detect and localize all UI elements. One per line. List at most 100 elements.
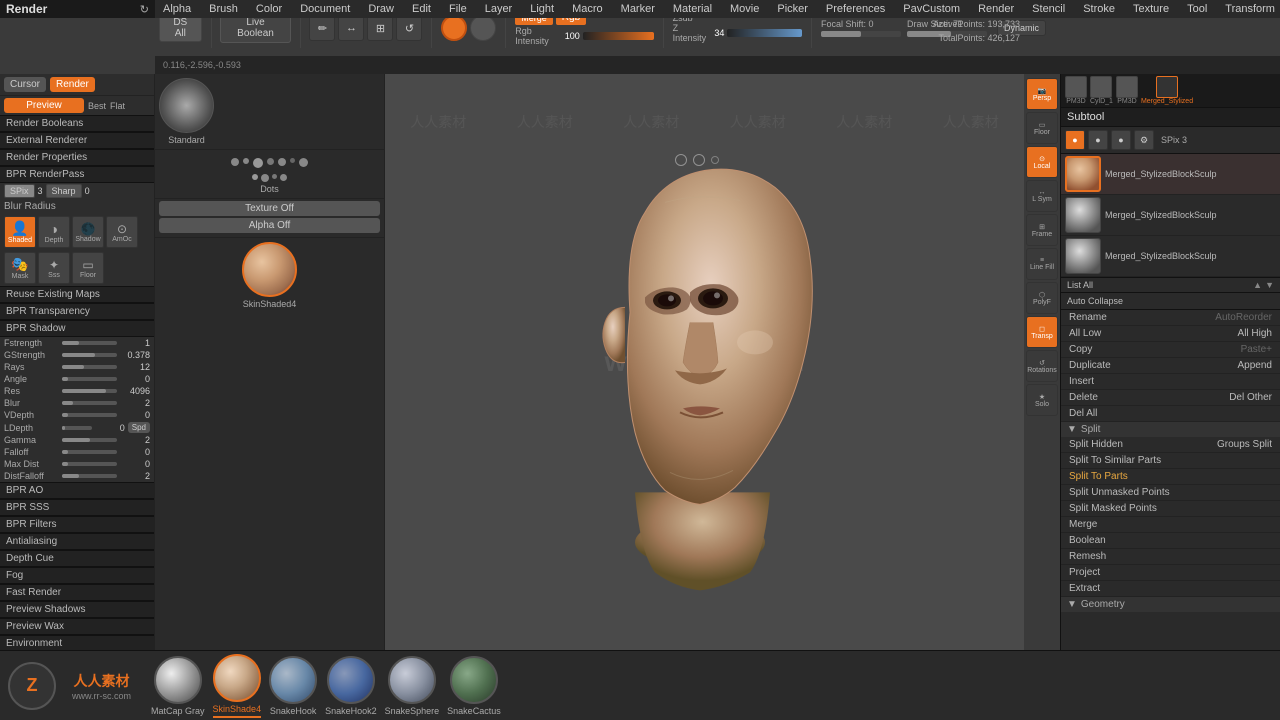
- all-low-action[interactable]: All Low All High: [1061, 326, 1280, 342]
- standard-brush-preview[interactable]: [159, 78, 214, 133]
- scale-mode-btn[interactable]: ⊞: [367, 15, 393, 41]
- auto-collapse-label[interactable]: Auto Collapse: [1067, 296, 1123, 306]
- gstrength-slider[interactable]: [62, 353, 117, 357]
- distfalloff-slider[interactable]: [62, 474, 117, 478]
- shaded-icon-btn[interactable]: 👤 Shaded: [4, 216, 36, 248]
- rotate-mode-btn[interactable]: ↺: [396, 15, 422, 41]
- split-to-parts-action[interactable]: Split To Parts: [1061, 469, 1280, 485]
- matcap-snakecactus[interactable]: SnakeCactus: [447, 656, 501, 716]
- menu-color[interactable]: Color: [252, 3, 286, 15]
- linefill-button[interactable]: ≡ Line Fill: [1026, 248, 1058, 280]
- blur-slider[interactable]: [62, 401, 117, 405]
- floor-button[interactable]: ▭ Floor: [1026, 112, 1058, 144]
- split-masked-action[interactable]: Split Masked Points: [1061, 501, 1280, 517]
- preview-button[interactable]: Preview: [4, 98, 84, 113]
- external-renderer-section[interactable]: External Renderer: [0, 132, 154, 149]
- viewport[interactable]: www.rr-sc.com 人人素材 人人素材 人人素材 人人素材 人人素材 人…: [385, 74, 1024, 650]
- menu-tool[interactable]: Tool: [1183, 3, 1211, 15]
- del-all-action[interactable]: Del All: [1061, 406, 1280, 422]
- geometry-section-header[interactable]: ▼ Geometry: [1061, 597, 1280, 612]
- matcap-snakehook2[interactable]: SnakeHook2: [325, 656, 377, 716]
- menu-brush[interactable]: Brush: [205, 3, 242, 15]
- st-icon-circle[interactable]: ●: [1065, 130, 1085, 150]
- subtool-item-0[interactable]: Merged_StylizedBlockSculp: [1061, 154, 1280, 195]
- menu-movie[interactable]: Movie: [726, 3, 763, 15]
- split-unmasked-action[interactable]: Split Unmasked Points: [1061, 485, 1280, 501]
- persp-button[interactable]: 📷 Persp: [1026, 78, 1058, 110]
- res-slider[interactable]: [62, 389, 117, 393]
- falloff-slider[interactable]: [62, 450, 117, 454]
- copy-action[interactable]: Copy Paste+: [1061, 342, 1280, 358]
- matcap-gray[interactable]: MatCap Gray: [151, 656, 205, 716]
- antialiasing-section[interactable]: Antialiasing: [0, 533, 154, 550]
- delete-action[interactable]: Delete Del Other: [1061, 390, 1280, 406]
- menu-light[interactable]: Light: [526, 3, 558, 15]
- remesh-action[interactable]: Remesh: [1061, 549, 1280, 565]
- depth-icon-btn[interactable]: ◑ Depth: [38, 216, 70, 248]
- vdepth-slider[interactable]: [62, 413, 117, 417]
- extract-action[interactable]: Extract: [1061, 581, 1280, 597]
- boolean-action[interactable]: Boolean: [1061, 533, 1280, 549]
- sort-asc-icon[interactable]: ▲: [1253, 280, 1262, 290]
- st-icon-circle2[interactable]: ●: [1088, 130, 1108, 150]
- gamma-slider[interactable]: [62, 438, 117, 442]
- render-button[interactable]: Render: [50, 77, 95, 92]
- render-booleans-section[interactable]: Render Booleans: [0, 115, 154, 132]
- menu-material[interactable]: Material: [669, 3, 716, 15]
- pm3d-icon1[interactable]: [1065, 76, 1087, 98]
- shadow-icon-btn[interactable]: 🌑 Shadow: [72, 216, 104, 248]
- split-section-header[interactable]: ▼ Split: [1061, 422, 1280, 437]
- menu-pavcustom[interactable]: PavCustom: [899, 3, 964, 15]
- matcap-snakehook[interactable]: SnakeHook: [269, 656, 317, 716]
- rename-action[interactable]: Rename AutoReorder: [1061, 310, 1280, 326]
- menu-texture[interactable]: Texture: [1129, 3, 1173, 15]
- duplicate-action[interactable]: Duplicate Append: [1061, 358, 1280, 374]
- bpr-renderpass-section[interactable]: BPR RenderPass: [0, 166, 154, 183]
- st-icon-circle3[interactable]: ●: [1111, 130, 1131, 150]
- amoc-icon-btn[interactable]: ⊙ AmOc: [106, 216, 138, 248]
- maxdist-slider[interactable]: [62, 462, 117, 466]
- menu-render[interactable]: Render: [974, 3, 1018, 15]
- insert-action[interactable]: Insert: [1061, 374, 1280, 390]
- solo-button[interactable]: ★ Solo: [1026, 384, 1058, 416]
- fast-render-section[interactable]: Fast Render: [0, 584, 154, 601]
- frame-button[interactable]: ⊞ Frame: [1026, 214, 1058, 246]
- fstrength-slider[interactable]: [62, 341, 117, 345]
- menu-stencil[interactable]: Stencil: [1028, 3, 1069, 15]
- menu-picker[interactable]: Picker: [773, 3, 812, 15]
- skin-shaded-preview[interactable]: [242, 242, 297, 297]
- sss-icon-btn[interactable]: ✦ Sss: [38, 252, 70, 284]
- lsym-button[interactable]: ↔ L Sym: [1026, 180, 1058, 212]
- matcap-snakesphere[interactable]: SnakeSphere: [385, 656, 440, 716]
- menu-layer[interactable]: Layer: [481, 3, 517, 15]
- matcap-skin4[interactable]: SkinShade4: [213, 654, 262, 718]
- bpr-shadow-section[interactable]: BPR Shadow: [0, 320, 154, 337]
- refresh-icon[interactable]: ↻: [140, 3, 149, 16]
- material-sphere[interactable]: [441, 15, 467, 41]
- cursor-button[interactable]: Cursor: [4, 77, 46, 92]
- fog-section[interactable]: Fog: [0, 567, 154, 584]
- st-icon-gear[interactable]: ⚙: [1134, 130, 1154, 150]
- menu-macro[interactable]: Macro: [568, 3, 607, 15]
- preview-shadows-section[interactable]: Preview Shadows: [0, 601, 154, 618]
- pm3d-icon2[interactable]: [1090, 76, 1112, 98]
- local-button[interactable]: ⊙ Local: [1026, 146, 1058, 178]
- rays-slider[interactable]: [62, 365, 117, 369]
- bpr-filters-section[interactable]: BPR Filters: [0, 516, 154, 533]
- preview-wax-section[interactable]: Preview Wax: [0, 618, 154, 635]
- bpr-sss-section[interactable]: BPR SSS: [0, 499, 154, 516]
- alpha-off-button[interactable]: Alpha Off: [159, 218, 380, 233]
- merge-action[interactable]: Merge: [1061, 517, 1280, 533]
- list-all-label[interactable]: List All: [1067, 280, 1093, 290]
- reuse-maps-section[interactable]: Reuse Existing Maps: [0, 286, 154, 303]
- bpr-ao-section[interactable]: BPR AO: [0, 482, 154, 499]
- spix-btn[interactable]: SPix: [4, 184, 35, 198]
- menu-transform[interactable]: Transform: [1221, 3, 1279, 15]
- project-action[interactable]: Project: [1061, 565, 1280, 581]
- rotations-button[interactable]: ↺ Rotations: [1026, 350, 1058, 382]
- bpr-transparency-section[interactable]: BPR Transparency: [0, 303, 154, 320]
- sharp-btn[interactable]: Sharp: [46, 184, 82, 198]
- draw-mode-btn[interactable]: ✏: [309, 15, 335, 41]
- sort-desc-icon[interactable]: ▼: [1265, 280, 1274, 290]
- menu-preferences[interactable]: Preferences: [822, 3, 889, 15]
